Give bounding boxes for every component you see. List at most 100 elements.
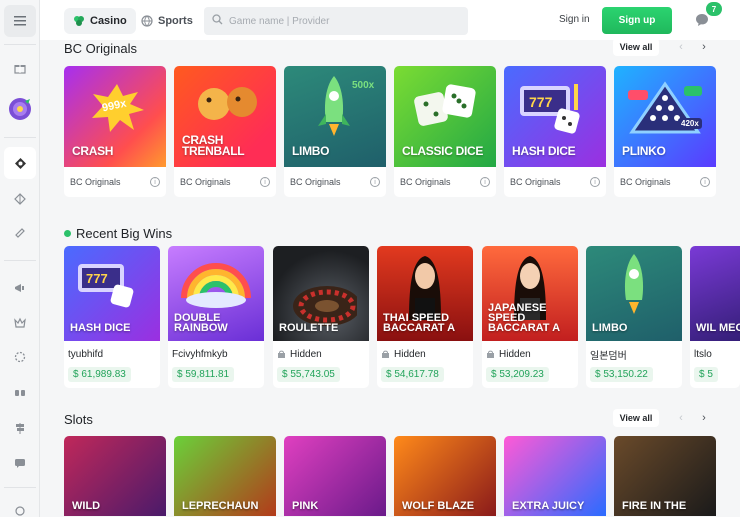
win-card[interactable]: JAPANESE SPEED BACCARAT A Hidden $ 53,20… bbox=[482, 246, 578, 388]
more-icon[interactable] bbox=[4, 495, 36, 517]
bc-originals-prev-arrow[interactable]: ‹ bbox=[673, 38, 689, 56]
win-username-text: Hidden bbox=[290, 348, 322, 360]
win-card[interactable]: 777 HASH DICE tyubhifd $ 61,989.83 bbox=[64, 246, 160, 388]
game-thumbnail: 999x CRASH bbox=[64, 66, 166, 167]
shell-icon[interactable] bbox=[4, 183, 36, 215]
win-card[interactable]: DOUBLE RAINBOW Fcivyhfmkyb $ 59,811.81 bbox=[168, 246, 264, 388]
lottery-icon[interactable] bbox=[4, 147, 36, 179]
crown-icon[interactable] bbox=[4, 307, 36, 339]
game-card-footer: BC Originals i bbox=[174, 167, 276, 197]
win-card[interactable]: WIL MEG ltslo $ 5 bbox=[690, 246, 740, 388]
win-thumbnail: WIL MEG bbox=[690, 246, 740, 341]
info-icon[interactable]: i bbox=[370, 177, 380, 187]
game-card[interactable]: CLASSIC DICE BC Originals i bbox=[394, 66, 496, 197]
loading-ring-icon[interactable] bbox=[4, 341, 36, 373]
slots-next-arrow[interactable]: › bbox=[696, 409, 712, 427]
win-card[interactable]: ROULETTE Hidden $ 55,743.05 bbox=[273, 246, 369, 388]
bc-originals-view-all-button[interactable]: View all bbox=[613, 38, 659, 56]
win-card-footer: Hidden $ 53,209.23 bbox=[482, 341, 578, 388]
game-provider: BC Originals bbox=[290, 177, 341, 187]
win-thumbnail: ROULETTE bbox=[273, 246, 369, 341]
game-card[interactable]: CRASH TRENBALL BC Originals i bbox=[174, 66, 276, 197]
search-input[interactable] bbox=[229, 15, 449, 27]
info-icon[interactable]: i bbox=[700, 177, 710, 187]
win-game-title: WIL MEG bbox=[696, 322, 740, 334]
game-thumbnail: CLASSIC DICE bbox=[394, 66, 496, 167]
tab-casino[interactable]: Casino bbox=[64, 8, 136, 34]
win-game-title: ROULETTE bbox=[279, 322, 339, 334]
game-card[interactable]: 777 HASH DICE BC Originals i bbox=[504, 66, 606, 197]
game-thumbnail: 420x PLINKO bbox=[614, 66, 716, 167]
sidebar-divider bbox=[4, 44, 36, 45]
win-card[interactable]: LIMBO 일본덤버 $ 53,150.22 bbox=[586, 246, 682, 388]
slot-card[interactable]: EXTRA JUICY bbox=[504, 436, 606, 516]
game-card-footer: BC Originals i bbox=[504, 167, 606, 197]
info-icon[interactable]: i bbox=[150, 177, 160, 187]
game-thumbnail: 777 HASH DICE bbox=[504, 66, 606, 167]
win-card-footer: Fcivyhfmkyb $ 59,811.81 bbox=[168, 341, 264, 388]
hidden-user-icon bbox=[382, 350, 389, 358]
game-card[interactable]: 500x LIMBO BC Originals i bbox=[284, 66, 386, 197]
win-amount: $ 55,743.05 bbox=[277, 367, 340, 382]
tab-sports-label: Sports bbox=[158, 15, 193, 27]
search-icon bbox=[212, 12, 223, 30]
slot-card[interactable]: FIRE IN THE bbox=[614, 436, 716, 516]
megaphone-icon[interactable] bbox=[4, 272, 36, 304]
win-game-title: HASH DICE bbox=[70, 322, 131, 334]
win-username: Fcivyhfmkyb bbox=[172, 348, 228, 360]
game-thumbnail: CRASH TRENBALL bbox=[174, 66, 276, 167]
win-thumbnail: DOUBLE RAINBOW bbox=[168, 246, 264, 341]
gift-icon[interactable] bbox=[4, 52, 36, 84]
win-amount: $ 54,617.78 bbox=[381, 367, 444, 382]
info-icon[interactable]: i bbox=[590, 177, 600, 187]
game-card-footer: BC Originals i bbox=[394, 167, 496, 197]
coupon-icon[interactable] bbox=[4, 217, 36, 249]
section-title-slots: Slots bbox=[64, 412, 93, 427]
slot-title: WOLF BLAZE bbox=[402, 500, 475, 512]
search-box[interactable] bbox=[204, 7, 468, 35]
menu-icon[interactable] bbox=[4, 5, 36, 37]
slot-title: PINK bbox=[292, 500, 319, 512]
win-thumbnail: 777 HASH DICE bbox=[64, 246, 160, 341]
signpost-icon[interactable] bbox=[4, 412, 36, 444]
slot-card[interactable]: PINK bbox=[284, 436, 386, 516]
game-card-footer: BC Originals i bbox=[64, 167, 166, 197]
win-username-text: Hidden bbox=[499, 348, 531, 360]
section-title-recent-wins: Recent Big Wins bbox=[76, 226, 173, 241]
game-title: LIMBO bbox=[292, 144, 330, 158]
bc-originals-next-arrow[interactable]: › bbox=[696, 38, 712, 56]
game-provider: BC Originals bbox=[510, 177, 561, 187]
section-title-bc-originals: BC Originals bbox=[64, 41, 137, 56]
game-card[interactable]: 999x CRASH BC Originals i bbox=[64, 66, 166, 197]
tab-sports[interactable]: Sports bbox=[132, 8, 202, 34]
game-provider: BC Originals bbox=[70, 177, 121, 187]
sidebar-divider bbox=[4, 137, 36, 138]
game-badge: 420x bbox=[678, 118, 702, 129]
win-game-title: DOUBLE RAINBOW bbox=[174, 312, 228, 334]
slots-prev-arrow[interactable]: ‹ bbox=[673, 409, 689, 427]
win-card[interactable]: THAI SPEED BACCARAT A Hidden $ 54,617.78 bbox=[377, 246, 473, 388]
slot-title: WILD bbox=[72, 500, 101, 512]
game-thumbnail: 500x LIMBO bbox=[284, 66, 386, 167]
info-icon[interactable]: i bbox=[480, 177, 490, 187]
top-header: Casino Sports Sign in Sign up 7 bbox=[40, 0, 740, 40]
win-amount: $ 59,811.81 bbox=[172, 367, 235, 382]
signin-link[interactable]: Sign in bbox=[559, 14, 590, 25]
game-title: CRASH bbox=[72, 144, 114, 158]
live-dot-icon bbox=[64, 230, 71, 237]
game-card[interactable]: 420x PLINKO BC Originals i bbox=[614, 66, 716, 197]
spin-wheel-icon[interactable] bbox=[4, 93, 36, 125]
slot-card[interactable]: LEPRECHAUN bbox=[174, 436, 276, 516]
slot-card[interactable]: WOLF BLAZE bbox=[394, 436, 496, 516]
handshake-icon[interactable] bbox=[4, 377, 36, 409]
game-title: HASH DICE bbox=[512, 144, 576, 158]
signup-button[interactable]: Sign up bbox=[602, 7, 672, 34]
chat-icon[interactable] bbox=[4, 447, 36, 479]
info-icon[interactable]: i bbox=[260, 177, 270, 187]
win-username: tyubhifd bbox=[68, 348, 104, 360]
slots-view-all-button[interactable]: View all bbox=[613, 409, 659, 427]
win-card-footer: 일본덤버 $ 53,150.22 bbox=[586, 341, 682, 388]
slot-card[interactable]: WILD bbox=[64, 436, 166, 516]
win-game-title: LIMBO bbox=[592, 322, 628, 334]
win-card-footer: Hidden $ 54,617.78 bbox=[377, 341, 473, 388]
